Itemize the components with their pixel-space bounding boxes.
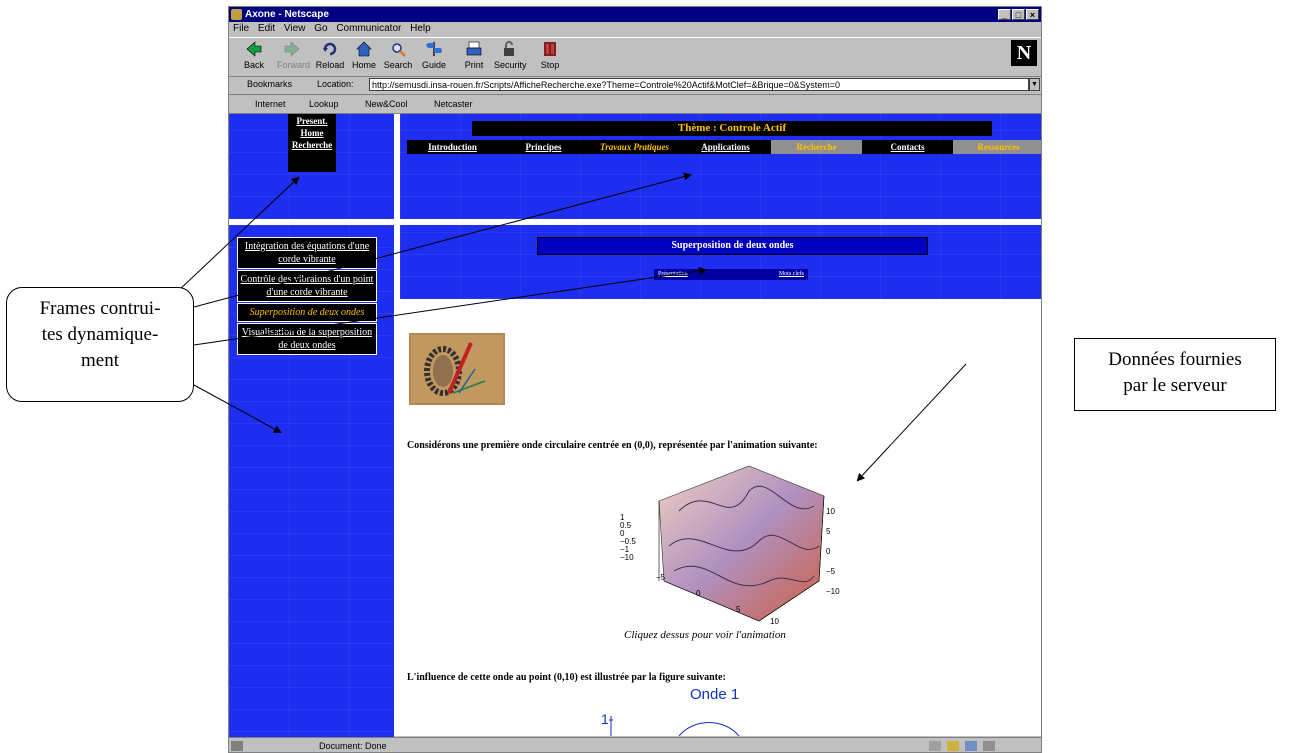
callout-right-line-1: Données fournies xyxy=(1108,349,1242,370)
callout-dynamic-frames: Frames contrui- tes dynamique- ment xyxy=(6,287,194,402)
callout-left-line-3: ment xyxy=(81,350,119,371)
callout-left-line-1: Frames contrui- xyxy=(39,298,161,319)
callout-right-line-2: par le serveur xyxy=(1123,375,1227,396)
callout-left-line-2: tes dynamique- xyxy=(41,324,159,345)
callout-server-data: Données fournies par le serveur xyxy=(1074,338,1276,411)
